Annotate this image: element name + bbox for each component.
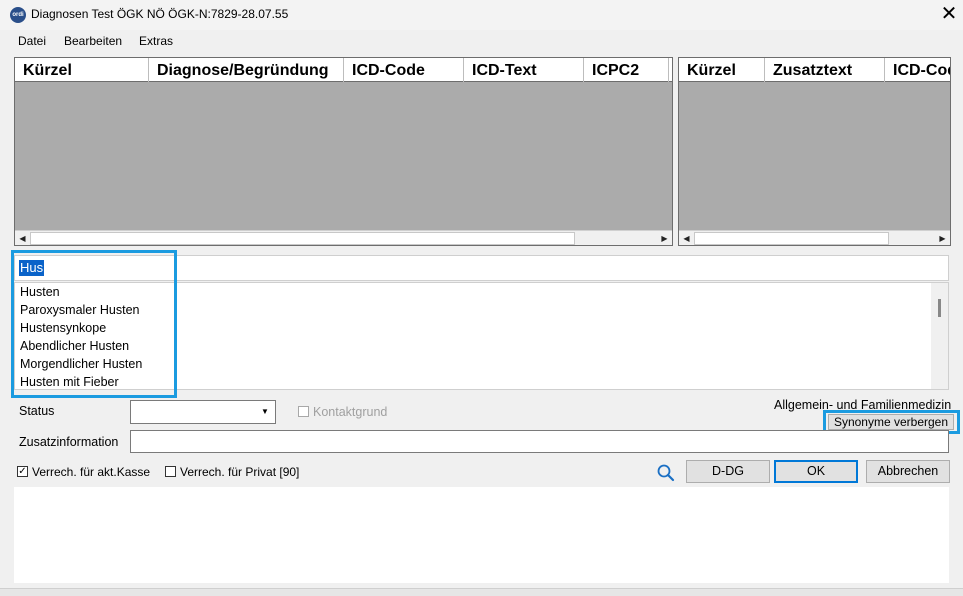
list-item[interactable]: Abendlicher Husten — [20, 339, 129, 353]
suggestion-list-vscrollbar[interactable] — [931, 283, 948, 389]
suggestion-list[interactable]: Husten Paroxysmaler Husten Hustensynkope… — [14, 282, 949, 390]
scroll-thumb[interactable] — [938, 299, 941, 317]
zusatz-grid[interactable]: Kürzel Zusatztext ICD-Code ◀ ▶ — [678, 57, 951, 246]
abbrechen-button[interactable]: Abbrechen — [866, 460, 950, 483]
close-icon[interactable]: ✕ — [938, 3, 960, 25]
col-header-zusatztext[interactable]: Zusatztext — [765, 58, 885, 82]
verrech-privat-label: Verrech. für Privat [90] — [180, 465, 300, 479]
col-header-kuerzel-right[interactable]: Kürzel — [679, 58, 765, 82]
menu-bar: Datei Bearbeiten Extras — [0, 30, 963, 52]
window-title: Diagnosen Test ÖGK NÖ ÖGK-N:7829-28.07.5… — [31, 7, 289, 21]
list-item[interactable]: Husten mit Fieber — [20, 375, 119, 389]
zusatz-label: Zusatzinformation — [19, 435, 119, 449]
verrech-privat-checkbox[interactable] — [165, 466, 176, 477]
fachgebiet-label: Allgemein- und Familienmedizin — [774, 398, 952, 412]
list-item[interactable]: Hustensynkope — [20, 321, 106, 335]
ddg-button[interactable]: D-DG — [686, 460, 770, 483]
scroll-thumb[interactable] — [694, 232, 889, 245]
synonyme-verbergen-button[interactable]: Synonyme verbergen — [828, 414, 954, 430]
verrech-kasse-checkbox[interactable]: ✓ — [17, 466, 28, 477]
col-header-icd-code-right[interactable]: ICD-Code — [885, 58, 950, 82]
col-header-diagnose[interactable]: Diagnose/Begründung — [149, 58, 344, 82]
list-item[interactable]: Husten — [20, 285, 60, 299]
bottom-strip — [0, 588, 963, 596]
col-header-kuerzel[interactable]: Kürzel — [15, 58, 149, 82]
search-icon[interactable] — [656, 463, 676, 483]
list-item[interactable]: Morgendlicher Husten — [20, 357, 142, 371]
zusatz-grid-hscrollbar[interactable]: ◀ ▶ — [679, 230, 950, 245]
diagnosis-grid[interactable]: Kürzel Diagnose/Begründung ICD-Code ICD-… — [14, 57, 673, 246]
kontaktgrund-label: Kontaktgrund — [313, 405, 388, 419]
col-header-icd-text[interactable]: ICD-Text — [464, 58, 584, 82]
status-label: Status — [19, 404, 55, 418]
scroll-right-icon[interactable]: ▶ — [935, 231, 950, 246]
diagnosis-search-field[interactable]: Hus — [14, 255, 949, 281]
menu-extras[interactable]: Extras — [139, 34, 173, 48]
diagnosis-grid-header: Kürzel Diagnose/Begründung ICD-Code ICD-… — [15, 58, 672, 82]
ok-button[interactable]: OK — [774, 460, 858, 483]
scroll-right-icon[interactable]: ▶ — [657, 231, 672, 246]
menu-bearbeiten[interactable]: Bearbeiten — [64, 34, 122, 48]
status-select[interactable]: ▼ — [130, 400, 276, 424]
zusatz-grid-header: Kürzel Zusatztext ICD-Code — [679, 58, 950, 82]
scroll-left-icon[interactable]: ◀ — [15, 231, 30, 246]
scroll-thumb[interactable] — [30, 232, 575, 245]
menu-datei[interactable]: Datei — [18, 34, 46, 48]
chevron-down-icon[interactable]: ▼ — [257, 403, 273, 421]
search-input-value[interactable]: Hus — [19, 260, 45, 276]
app-icon: ordi — [10, 7, 26, 23]
detail-panel — [14, 487, 949, 583]
col-header-icd-code[interactable]: ICD-Code — [344, 58, 464, 82]
col-header-icpc2[interactable]: ICPC2 — [584, 58, 669, 82]
verrech-kasse-label: Verrech. für akt.Kasse — [32, 465, 151, 479]
zusatz-input[interactable] — [130, 430, 949, 453]
kontaktgrund-checkbox[interactable] — [298, 406, 309, 417]
diagnosis-grid-hscrollbar[interactable]: ◀ ▶ — [15, 230, 672, 245]
scroll-left-icon[interactable]: ◀ — [679, 231, 694, 246]
list-item[interactable]: Paroxysmaler Husten — [20, 303, 140, 317]
